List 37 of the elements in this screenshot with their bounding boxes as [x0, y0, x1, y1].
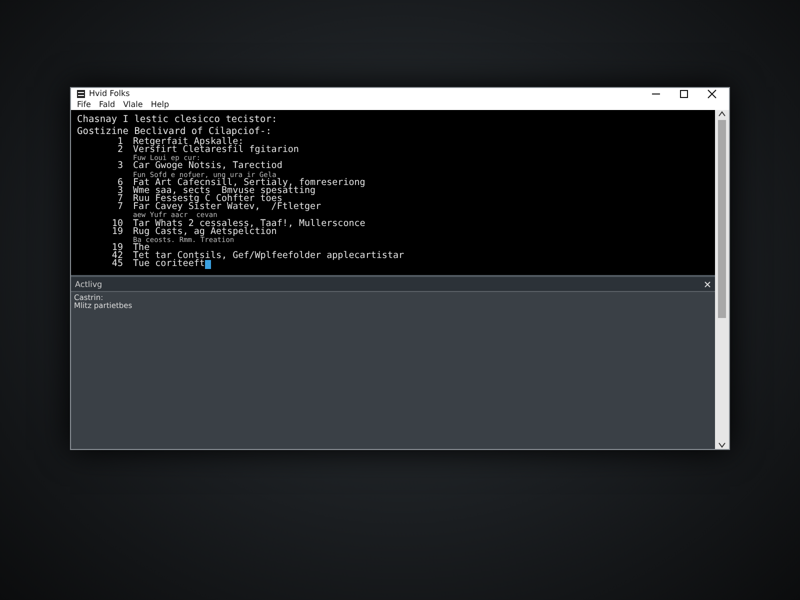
console-text: Wme saa, sects Bmvuse spesatting — [133, 186, 316, 196]
menu-item[interactable]: Fald — [98, 100, 116, 109]
close-icon[interactable] — [707, 88, 717, 98]
console-text: Versfirt Cletaresfil fgitarion — [133, 146, 299, 154]
scrollbar[interactable] — [715, 110, 729, 449]
panel-title: Actlivg — [75, 280, 102, 288]
caret-up-icon[interactable] — [718, 110, 726, 118]
line-number: 7 — [116, 203, 124, 212]
console-text: Chasnay I lestic clesicco tecistor: — [77, 114, 278, 125]
line-number: 42 — [110, 252, 124, 260]
console-text: The — [133, 244, 150, 252]
line-number: 3 — [116, 186, 124, 196]
window-title: Hvid Folks — [89, 89, 130, 98]
line-number: 10 — [110, 220, 124, 228]
line-number: 19 — [110, 244, 124, 252]
console-text: Retgerfait Apskalle: — [133, 138, 244, 146]
line-number: 6 — [116, 178, 124, 187]
caret-down-icon[interactable] — [718, 441, 726, 449]
console-text: Gostizine Beclivard of Cilapciof-: — [77, 126, 272, 137]
line-number: 2 — [116, 146, 124, 154]
menu-item[interactable]: Help — [150, 100, 170, 109]
console-text: Tar Whats 2 cessaless, Taaf!, Mullersconce — [133, 220, 366, 228]
maximize-icon[interactable] — [679, 88, 689, 98]
console-text: Far Cavey Sister Watev, /Ftletger — [133, 203, 322, 212]
console-text: Fat Art Cafecnsill, Sertialy, fomreseriong — [133, 178, 366, 187]
line-number: 1 — [116, 138, 124, 146]
console-text: Car Gwoge Notsis, Tarectiod — [133, 162, 282, 171]
line-number: 19 — [110, 228, 124, 236]
menu-item[interactable]: Vlale — [123, 100, 143, 109]
console-text: Rug Casts, ag Aetspelction — [133, 228, 277, 236]
console-text: Tet tar Contsils, Gef/Wplfeefolder applecartistar — [133, 252, 404, 260]
console-text: Ruu Fessestg C Cohfter toes — [133, 195, 282, 204]
line-number: 7 — [116, 195, 124, 204]
menu-item[interactable]: Fife — [77, 100, 91, 109]
console-text: Tue coriteeft — [133, 260, 205, 270]
line-number: 3 — [116, 162, 124, 171]
line-number: 45 — [110, 260, 124, 270]
